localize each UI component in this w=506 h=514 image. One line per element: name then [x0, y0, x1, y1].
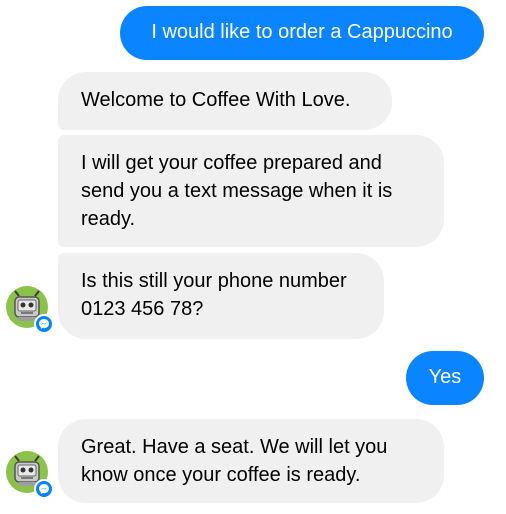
bot-avatar[interactable]: [6, 451, 54, 499]
messenger-icon: [39, 484, 49, 494]
messenger-badge: [34, 479, 54, 499]
incoming-message-bubble[interactable]: Is this still your phone number 0123 456…: [58, 253, 384, 339]
messenger-icon: [39, 319, 49, 329]
incoming-message-bubble[interactable]: Welcome to Coffee With Love.: [58, 72, 392, 130]
bot-avatar[interactable]: [6, 286, 54, 334]
outgoing-message-bubble[interactable]: Yes: [406, 351, 484, 405]
messenger-badge: [34, 314, 54, 334]
incoming-message-bubble[interactable]: I will get your coffee prepared and send…: [58, 135, 444, 247]
incoming-message-bubble[interactable]: Great. Have a seat. We will let you know…: [58, 419, 444, 503]
outgoing-message-bubble[interactable]: I would like to order a Cappuccino: [120, 6, 484, 60]
